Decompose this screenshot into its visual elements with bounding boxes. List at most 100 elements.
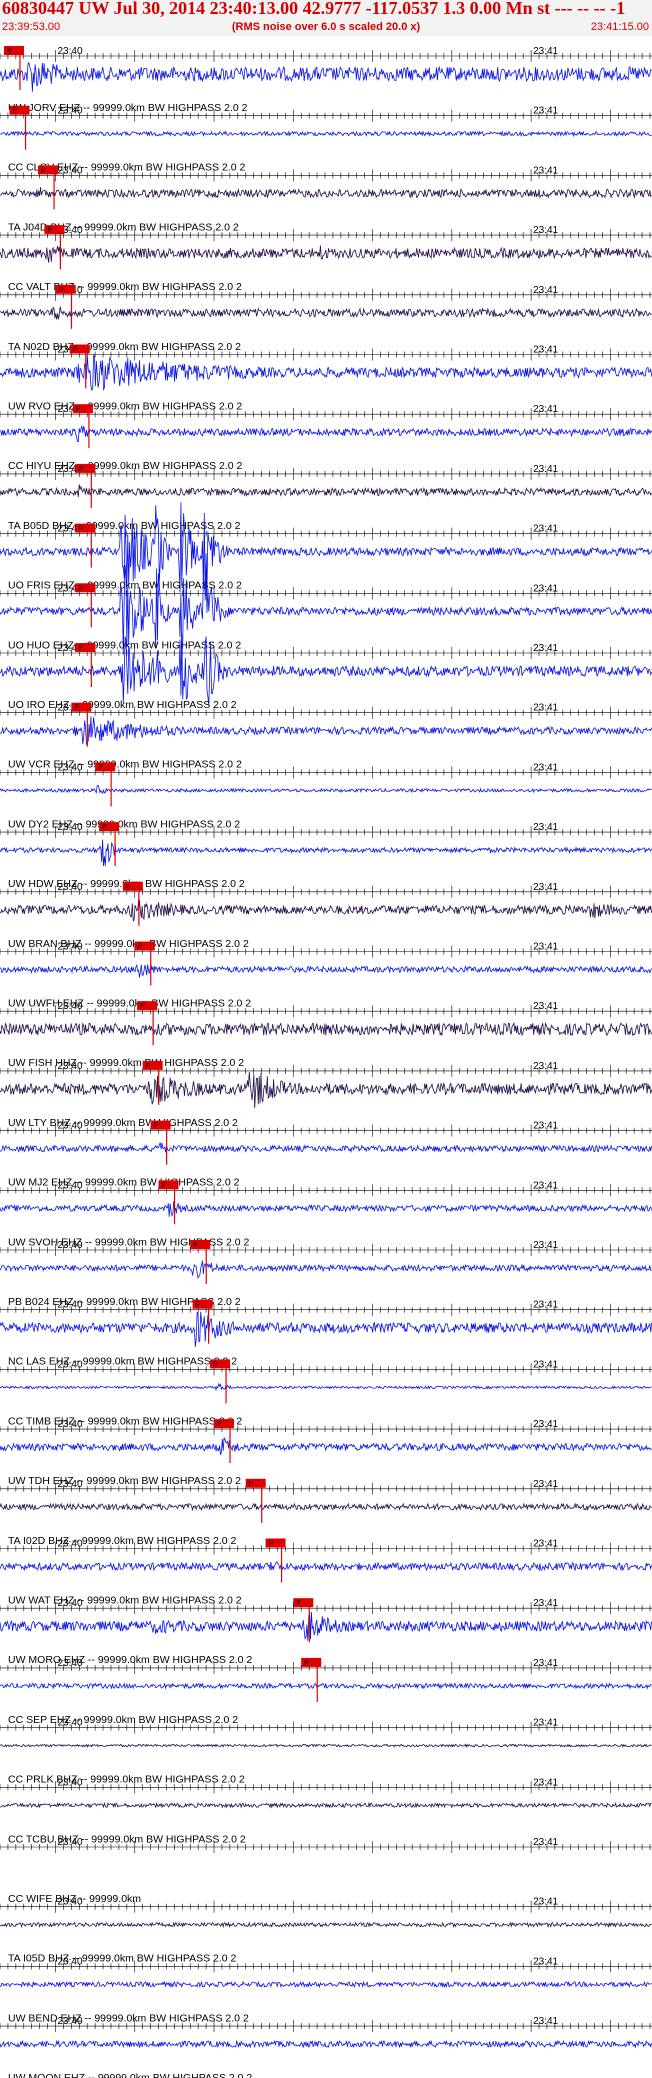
tick-label: 23:41 (533, 225, 558, 236)
station-label: CC TCBU BHZ -- 99999.0km BW HIGHPASS 2.0… (8, 1833, 246, 1845)
trace-row: 23:40 23:41 UW MJ2 EHZ -- 99999.0km BW HIG… (0, 1120, 652, 1189)
pick-label: P (47, 227, 52, 234)
tick-label: 23:41 (533, 1598, 558, 1609)
pick-label: P (126, 884, 131, 891)
tick-label: 23:40 (57, 1479, 82, 1490)
tick-label: 23:40 (57, 1001, 82, 1012)
station-label: UW SVOH EHZ -- 99999.0km BW HIGHPASS 2.0… (8, 1236, 250, 1248)
trace-row: 23:40 23:41PB B024 EHZ -- 99999.0km BW HI… (0, 1240, 652, 1308)
waveform (0, 1021, 652, 1037)
tick-label: 23:40 (57, 1240, 82, 1251)
pick-label: P (146, 1063, 151, 1070)
trace-row: 23:4023:41TA N02D BHZ -- 99999.0km BW HI… (0, 284, 652, 353)
pick-label: P (98, 764, 103, 771)
end-time-label: 23:41:15.00 (590, 21, 649, 33)
tick-label: 23:41 (533, 345, 558, 356)
trace-row: 23:40 23:41 CC PRLK BHZ -- 99999.0km BW HI… (0, 1718, 652, 1786)
tick-label: 23:40 (57, 46, 82, 57)
station-label: CC PRLK BHZ -- 99999.0km BW HIGHPASS 2.0… (8, 1774, 245, 1786)
trace-row: 23:40 23:41TA B05D BHZ -- 99999.0km BW HI… (0, 463, 652, 532)
trace-row: 23:40 23:41 UW FISH HHZ -- 99999.0km BW HI… (0, 1001, 652, 1069)
waveform (0, 1502, 652, 1512)
trace-row: 23:40 23:41 UW MORO EHZ -- 99999.0km BW HI… (0, 1598, 652, 1666)
tick-label: 23:40 (57, 1061, 82, 1072)
station-label: UW FISH HHZ -- 99999.0km BW HIGHPASS 2.0… (8, 1057, 244, 1069)
station-label: TA B05D BHZ -- 99999.0km BW HIGHPASS 2.0… (8, 520, 241, 532)
station-label: CC TIMB EHZ -- 99999.0km BW HIGHPASS 2.0… (8, 1415, 242, 1427)
trace-row: 23:40 23:41 CC SEP EHZ -- 99999.0km BW HIG… (0, 1657, 652, 1726)
station-label: UW LTY BHZ -- 99999.0km BW HIGHPASS 2.0 … (8, 1117, 238, 1129)
pick-label: P (41, 167, 46, 174)
station-label: UW WAT EHZ -- 99999.0km BW HIGHPASS 2.0 … (8, 1595, 242, 1607)
tick-label: 23:41 (533, 404, 558, 415)
tick-label: 23:40 (57, 1658, 82, 1669)
tick-label: 23:41 (533, 703, 558, 714)
waveform (0, 61, 652, 92)
station-label: NC LAS EHZ -- 99999.0km BW HIGHPASS 2.0 … (8, 1356, 237, 1368)
waveform (0, 1611, 652, 1641)
tick-label: 23:41 (533, 1837, 558, 1848)
waveform (0, 2039, 652, 2049)
station-label: TA I05D BHZ -- 99999.0km BW HIGHPASS 2.0… (8, 1953, 237, 1965)
waveform (0, 963, 652, 978)
pick-label: P (73, 347, 78, 354)
station-label: CC SEP EHZ -- 99999.0km BW HIGHPASS 2.0 … (8, 1714, 238, 1726)
waveform (0, 1142, 652, 1154)
tick-label: 23:41 (533, 583, 558, 594)
pick-label: P (249, 1481, 254, 1488)
station-label: UO IRO EHZ -- 99999.0km BW HIGHPASS 2.0 … (8, 699, 237, 711)
station-label: TA N02D BHZ -- 99999.0km BW HIGHPASS 2.0… (8, 341, 241, 353)
tick-label: 23:41 (533, 1240, 558, 1251)
station-label: UW BRAN BHZ -- 99999.0km BW HIGHPASS 2.0… (8, 938, 249, 950)
trace-row: 23:40 23:41 UW SVOH EHZ -- 99999.0km BW HI… (0, 1180, 652, 1248)
tick-label: 23:41 (533, 1897, 558, 1908)
pick-label: P (217, 1421, 222, 1428)
trace-row: 23:40 23:41 UW DY2 EHZ -- 99999.0km BW HIG… (0, 762, 652, 830)
waveform (0, 1801, 652, 1809)
trace-row: 23:40 23:41UW HDW EHZ -- 99999.0km BW HIG… (0, 822, 652, 890)
tick-label: 23:41 (533, 1001, 558, 1012)
trace-row: 23:40 23:41 CC TCBU BHZ -- 99999.0km BW HI… (0, 1777, 652, 1845)
waveform (0, 1437, 652, 1455)
station-label: UW BEND EHZ -- 99999.0km BW HIGHPASS 2.0… (8, 2012, 249, 2024)
tick-label: 23:41 (533, 1359, 558, 1370)
station-label: UW MORO EHZ -- 99999.0km BW HIGHPASS 2.0… (8, 1654, 252, 1666)
trace-row: 23:40 23:41 CC TIMB EHZ -- 99999.0km BW HI… (0, 1359, 652, 1427)
tick-label: 23:41 (533, 942, 558, 953)
station-label: UW VCR EHZ -- 99999.0km BW HIGHPASS 2.0 … (8, 759, 242, 771)
tick-label: 23:40 (57, 882, 82, 893)
tick-label: 23:41 (533, 165, 558, 176)
pick-label: P (76, 406, 81, 413)
station-label: UW MOON EHZ -- 99999.0km BW HIGHPASS 2.0… (8, 2072, 252, 2078)
pick-label: P (193, 1242, 198, 1249)
trace-row: 23:40 23:41 UW VCR EHZ -- 99999.0km BW HIG… (0, 702, 652, 771)
trace-row: 23:40 23:41 UW JORV EHZ -- 99999.0km BW HI… (0, 46, 652, 114)
waveform (0, 716, 652, 746)
tick-label: 23:41 (533, 1718, 558, 1729)
record-header: 60830447 UW Jul 30, 2014 23:40:13.00 42.… (0, 0, 652, 36)
trace-row: 23:40 23:41 UW MOON EHZ -- 99999.0km BW HI… (0, 2016, 652, 2078)
tick-label: 23:40 (57, 822, 82, 833)
station-label: CC VALT BHZ -- 99999.0km BW HIGHPASS 2.0… (8, 281, 242, 293)
trace-row: 23:40 23:41 TA I05D BHZ -- 99999.0km BW HI… (0, 1897, 652, 1965)
tick-label: 23:41 (533, 464, 558, 475)
waveform (0, 354, 652, 392)
pick-label: P (78, 645, 83, 652)
station-label: TA J04D BHZ -- 99999.0km BW HIGHPASS 2.0… (8, 221, 239, 233)
pick-label: P (78, 585, 83, 592)
waveform (0, 1921, 652, 1929)
tick-label: 23:41 (533, 1539, 558, 1550)
trace-row: 23:40 23:41CC CLCV EHZ -- 99999.0km BW HI… (0, 105, 652, 174)
waveform (0, 1260, 652, 1279)
scaling-note: (RMS noise over 6.0 s scaled 20.0 x) (231, 21, 421, 33)
waveform (0, 784, 652, 795)
waveform (0, 425, 652, 443)
tick-label: 23:40 (57, 762, 82, 773)
waveform (0, 1201, 652, 1217)
tick-label: 23:40 (57, 1956, 82, 1967)
waveform (0, 130, 652, 138)
pick-label: P (7, 48, 12, 55)
pick-label: P (13, 108, 18, 115)
tick-label: 23:41 (533, 524, 558, 535)
tick-label: 23:41 (533, 46, 558, 57)
